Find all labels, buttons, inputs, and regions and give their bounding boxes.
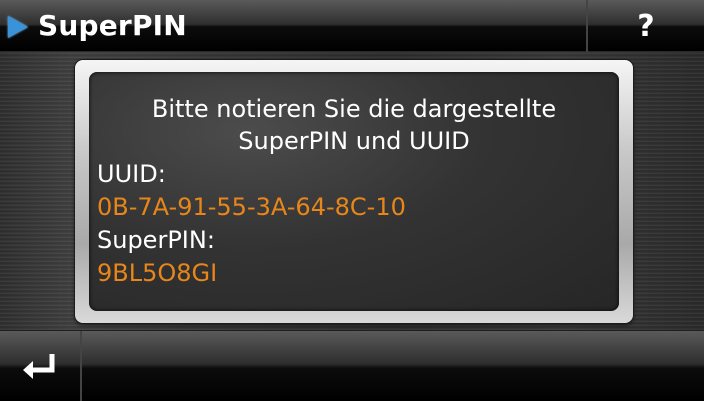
instruction-line-2: SuperPIN und UUID (238, 127, 470, 155)
return-arrow-icon (23, 353, 55, 379)
help-button[interactable]: ? (588, 0, 704, 52)
play-arrow-icon (8, 16, 28, 38)
info-frame: Bitte notieren Sie die dargestellte Supe… (75, 60, 633, 323)
content-area: Bitte notieren Sie die dargestellte Supe… (0, 52, 704, 330)
back-button[interactable] (0, 331, 80, 401)
uuid-label: UUID: (97, 160, 166, 188)
bottom-divider (80, 331, 82, 401)
superpin-value: 9BL5O8GI (97, 259, 218, 287)
page-title: SuperPIN (38, 9, 187, 42)
uuid-value: 0B-7A-91-55-3A-64-8C-10 (97, 193, 406, 221)
title-bar: SuperPIN ? (0, 0, 704, 52)
info-panel: Bitte notieren Sie die dargestellte Supe… (89, 72, 619, 311)
superpin-label: SuperPIN: (97, 226, 215, 254)
help-icon: ? (637, 8, 655, 44)
bottom-bar (0, 330, 704, 401)
instruction-line-1: Bitte notieren Sie die dargestellte (151, 95, 557, 123)
